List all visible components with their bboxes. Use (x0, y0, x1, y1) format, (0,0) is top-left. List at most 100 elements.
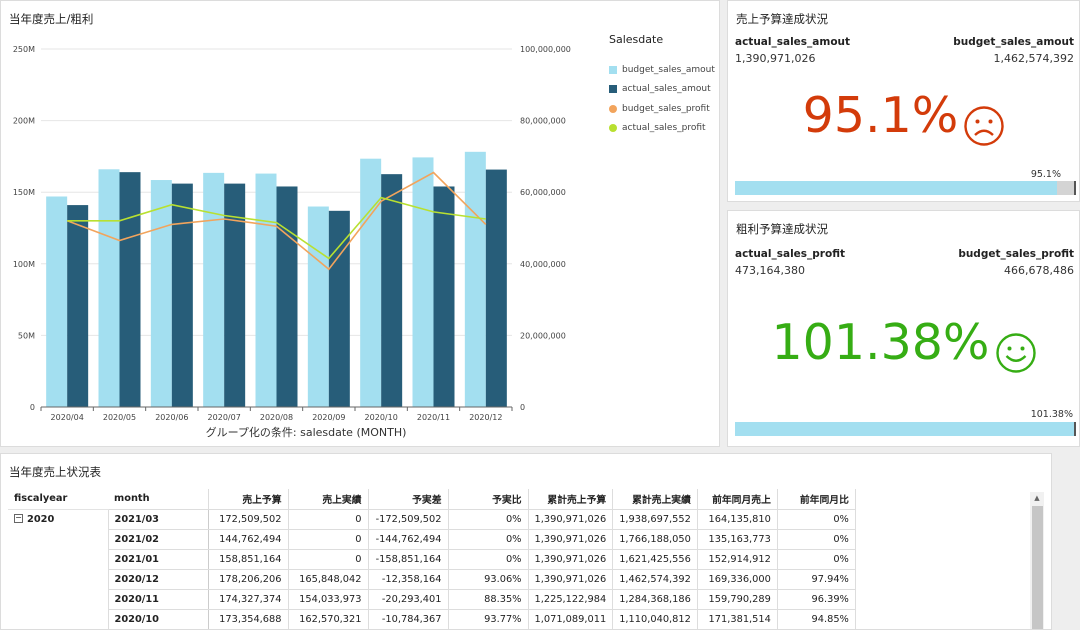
table-row[interactable]: 2020/11 174,327,374 154,033,973 -20,293,401… (8, 588, 856, 610)
fiscalyear-empty-cell (8, 589, 108, 609)
kpi-sales-bar-label: 95.1% (1030, 169, 1061, 180)
month-cell: 2020/12 (107, 568, 209, 590)
y-right-tick-label: 80,000,000 (520, 117, 566, 126)
table-cell: 169,336,000 (696, 568, 778, 590)
table-row[interactable]: 2021/02 144,762,494 0 -144,762,494 0% 1,390,9… (8, 528, 856, 550)
table-cell: 1,390,971,026 (527, 528, 614, 550)
table-cell: 1,071,089,011 (527, 608, 614, 629)
fiscalyear-empty-cell (8, 609, 108, 629)
bar-budget_sales_amout (464, 151, 486, 407)
kpi-profit-actual-value: 473,164,380 (735, 264, 805, 277)
kpi-sales-progress-marker (1074, 181, 1076, 195)
bar-actual_sales_amout (381, 174, 403, 407)
table-cell: 174,327,374 (207, 588, 289, 610)
legend-item[interactable]: actual_sales_profit (609, 119, 715, 139)
kpi-profit-percent-row: 101.38% (728, 314, 1080, 379)
sad-face-icon (962, 104, 1006, 152)
legend-label: budget_sales_amout (622, 64, 715, 75)
col-header-fiscalyear[interactable]: fiscalyear (8, 489, 108, 509)
table-cell: 154,033,973 (287, 588, 369, 610)
table-cell: 93.06% (447, 568, 529, 590)
month-cell: 2020/11 (107, 588, 209, 610)
table-cell: 1,621,425,556 (612, 548, 698, 570)
table-row[interactable]: 2020/12 178,206,206 165,848,042 -12,358,164… (8, 568, 856, 590)
legend-label: actual_sales_profit (622, 123, 706, 134)
table-cell: 0 (287, 508, 369, 530)
y-left-tick-label: 150M (13, 188, 35, 197)
table-cell: 1,225,122,984 (527, 588, 614, 610)
kpi-profit-progress-fill (735, 422, 1074, 436)
month-cell: 2021/01 (107, 548, 209, 570)
table-cell: 94.85% (776, 608, 856, 629)
scroll-up-arrow-icon[interactable]: ▲ (1030, 492, 1044, 504)
kpi-sales-budget-label: budget_sales_amout (953, 36, 1074, 48)
table-row[interactable]: 2021/01 158,851,164 0 -158,851,164 0% 1,390,9… (8, 548, 856, 570)
y-right-tick-label: 40,000,000 (520, 260, 566, 269)
legend-swatch (609, 85, 617, 94)
table-cell: 1,390,971,026 (527, 568, 614, 590)
kpi-profit-budget-value: 466,678,486 (1004, 264, 1074, 277)
table-scrollbar[interactable]: ▲ (1030, 492, 1044, 629)
legend-item[interactable]: budget_sales_amout (609, 60, 715, 80)
kpi-sales-title: 売上予算達成状況 (736, 12, 828, 26)
bar-actual_sales_amout (485, 169, 507, 407)
col-header-prev-year-sales[interactable]: 前年同月売上 (696, 489, 778, 510)
bar-actual_sales_amout (433, 186, 455, 407)
table-cell: 152,914,912 (696, 548, 778, 570)
table-cell: -10,784,367 (367, 608, 449, 629)
table-row[interactable]: −2020 2021/03 172,509,502 0 -172,509,502 0% 1,… (8, 508, 856, 530)
legend-swatch (609, 104, 617, 113)
legend-item[interactable]: budget_sales_profit (609, 99, 715, 119)
col-header-sales-budget[interactable]: 売上予算 (207, 489, 289, 510)
scrollbar-thumb[interactable] (1032, 506, 1043, 629)
smile-face-icon (994, 331, 1038, 379)
col-header-variance[interactable]: 予実差 (367, 489, 449, 510)
col-header-prev-year-ratio[interactable]: 前年同月比 (776, 489, 856, 510)
table-cell: -172,509,502 (367, 508, 449, 530)
table-cell: 1,284,368,186 (612, 588, 698, 610)
table-row[interactable]: 2020/10 173,354,688 162,570,321 -10,784,367… (8, 608, 856, 629)
y-right-tick-label: 100,000,000 (520, 45, 571, 54)
col-header-cumulative-actual[interactable]: 累計売上実績 (612, 489, 698, 510)
bar-budget_sales_amout (203, 172, 225, 407)
sales-profit-chart-panel[interactable]: 0 50M 100M 150M 200M 250M 0 20,000,000 40,000,00… (0, 0, 720, 447)
table-cell: 97.94% (776, 568, 856, 590)
table-cell: 172,509,502 (207, 508, 289, 530)
collapse-icon[interactable]: − (14, 514, 23, 524)
legend-item[interactable]: actual_sales_amout (609, 80, 715, 100)
sales-status-table-panel[interactable]: 当年度売上状況表 fiscalyear month 売上予算 売上実績 予実差 … (0, 453, 1052, 630)
table-cell: 165,848,042 (287, 568, 369, 590)
kpi-profit-title: 粗利予算達成状況 (736, 222, 828, 236)
kpi-sales-percent: 95.1% (802, 87, 959, 144)
chart-title: 当年度売上/粗利 (9, 12, 94, 26)
bar-actual_sales_amout (171, 183, 193, 407)
table-cell: 1,766,188,050 (612, 528, 698, 550)
y-right-tick-label: 20,000,000 (520, 331, 566, 340)
fiscalyear-empty-cell (8, 549, 108, 569)
table-cell: 0 (287, 528, 369, 550)
kpi-profit-actual-label: actual_sales_profit (735, 248, 846, 260)
bar-actual_sales_amout (276, 186, 298, 407)
bar-budget_sales_amout (412, 157, 434, 407)
bar-budget_sales_amout (98, 169, 120, 407)
col-header-achievement-rate[interactable]: 予実比 (447, 489, 529, 510)
month-cell: 2021/02 (107, 528, 209, 550)
table-cell: 0% (447, 508, 529, 530)
table-cell: 0% (447, 528, 529, 550)
table-cell: 1,390,971,026 (527, 508, 614, 530)
fiscalyear-group-cell[interactable]: −2020 (8, 508, 108, 529)
profit-budget-kpi-panel[interactable]: 粗利予算達成状況 actual_sales_profit budget_sale… (727, 210, 1080, 447)
table-cell: -144,762,494 (367, 528, 449, 550)
x-tick-label: 2020/08 (260, 413, 293, 422)
y-left-tick-label: 100M (13, 260, 35, 269)
fiscalyear-empty-cell (8, 529, 108, 549)
kpi-profit-budget-label: budget_sales_profit (958, 248, 1074, 260)
table-cell: 171,381,514 (696, 608, 778, 629)
sales-budget-kpi-panel[interactable]: 売上予算達成状況 actual_sales_amout budget_sales… (727, 0, 1080, 202)
col-header-sales-actual[interactable]: 売上実績 (287, 489, 369, 510)
bar-budget_sales_amout (255, 173, 277, 407)
x-tick-label: 2020/05 (103, 413, 136, 422)
col-header-month[interactable]: month (108, 489, 208, 509)
fiscalyear-empty-cell (8, 569, 108, 589)
col-header-cumulative-budget[interactable]: 累計売上予算 (527, 489, 614, 510)
